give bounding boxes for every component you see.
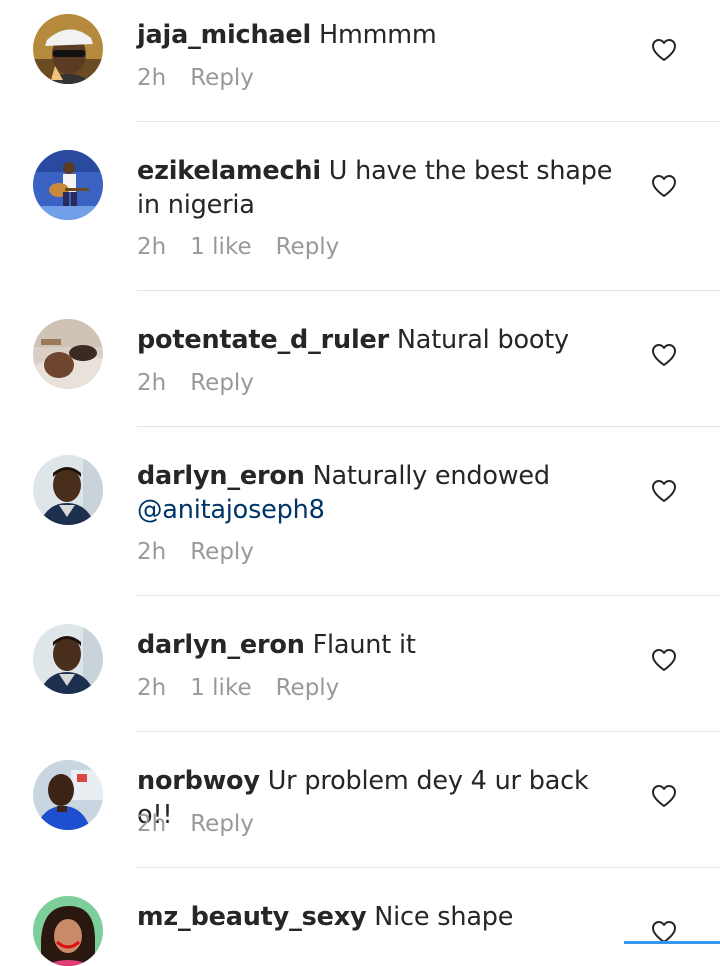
comment-item: potentate_d_ruler Natural booty 2h Reply <box>0 291 720 427</box>
heart-outline-icon[interactable] <box>651 648 677 672</box>
comment-username[interactable]: norbwoy <box>137 766 260 796</box>
comment-text: darlyn_eron Naturally endowed @anitajosep… <box>137 459 627 527</box>
comment-item: ezikelamechi U have the best shape in ni… <box>0 122 720 291</box>
comment-timestamp: 2h <box>137 65 167 91</box>
avatar[interactable] <box>33 896 103 966</box>
comment-timestamp: 2h <box>137 675 167 701</box>
comment-body: Flaunt it <box>312 630 416 660</box>
reply-button[interactable]: Reply <box>190 539 254 565</box>
comment-username[interactable]: potentate_d_ruler <box>137 325 389 355</box>
comment-username[interactable]: jaja_michael <box>137 20 311 50</box>
avatar[interactable] <box>33 455 103 525</box>
heart-outline-icon[interactable] <box>651 784 677 808</box>
comment-meta: 2h Reply <box>137 63 278 93</box>
comment-body: Naturally endowed <box>312 461 551 491</box>
comment-body: Nice shape <box>374 902 514 932</box>
comment-item: norbwoy Ur problem dey 4 ur back o!! 2h Re… <box>0 732 720 868</box>
comment-body: Hmmmm <box>318 20 437 50</box>
comment-body: Natural booty <box>396 325 569 355</box>
comment-text: darlyn_eron Flaunt it <box>137 628 627 662</box>
avatar[interactable] <box>33 760 103 830</box>
heart-outline-icon[interactable] <box>651 174 677 198</box>
avatar[interactable] <box>33 624 103 694</box>
reply-button[interactable]: Reply <box>190 370 254 396</box>
comment-text: ezikelamechi U have the best shape in ni… <box>137 154 627 222</box>
comment-timestamp: 2h <box>137 370 167 396</box>
comment-text: mz_beauty_sexy Nice shape <box>137 900 627 934</box>
comment-username[interactable]: darlyn_eron <box>137 461 305 491</box>
comment-text: jaja_michael Hmmmm <box>137 18 627 52</box>
comment-username[interactable]: darlyn_eron <box>137 630 305 660</box>
avatar[interactable] <box>33 14 103 84</box>
reply-button[interactable]: Reply <box>276 675 340 701</box>
comment-timestamp: 2h <box>137 811 167 837</box>
comment-meta: 2h Reply <box>137 809 278 839</box>
comment-text: potentate_d_ruler Natural booty <box>137 323 627 357</box>
comment-meta: 2h 1 like Reply <box>137 673 363 703</box>
comment-meta: 2h Reply <box>137 368 278 398</box>
comment-username[interactable]: mz_beauty_sexy <box>137 902 367 932</box>
comment-meta: 2h 1 like Reply <box>137 232 363 262</box>
reply-button[interactable]: Reply <box>190 811 254 837</box>
comment-item: jaja_michael Hmmmm 2h Reply <box>0 0 720 122</box>
comment-likes-count[interactable]: 1 like <box>190 675 251 701</box>
comment-mention-link[interactable]: @anitajoseph8 <box>137 495 325 525</box>
reply-button[interactable]: Reply <box>190 65 254 91</box>
comment-timestamp: 2h <box>137 539 167 565</box>
avatar[interactable] <box>33 150 103 220</box>
comment-item: darlyn_eron Naturally endowed @anitajosep… <box>0 427 720 596</box>
comment-meta: 2h Reply <box>137 537 278 567</box>
comment-timestamp: 2h <box>137 234 167 260</box>
avatar[interactable] <box>33 319 103 389</box>
comment-item: darlyn_eron Flaunt it 2h 1 like Reply <box>0 596 720 732</box>
heart-outline-icon[interactable] <box>651 479 677 503</box>
reply-button[interactable]: Reply <box>276 234 340 260</box>
comment-username[interactable]: ezikelamechi <box>137 156 321 186</box>
comment-likes-count[interactable]: 1 like <box>190 234 251 260</box>
comment-item: mz_beauty_sexy Nice shape <box>0 868 720 966</box>
heart-outline-icon[interactable] <box>651 38 677 62</box>
heart-outline-icon[interactable] <box>651 343 677 367</box>
